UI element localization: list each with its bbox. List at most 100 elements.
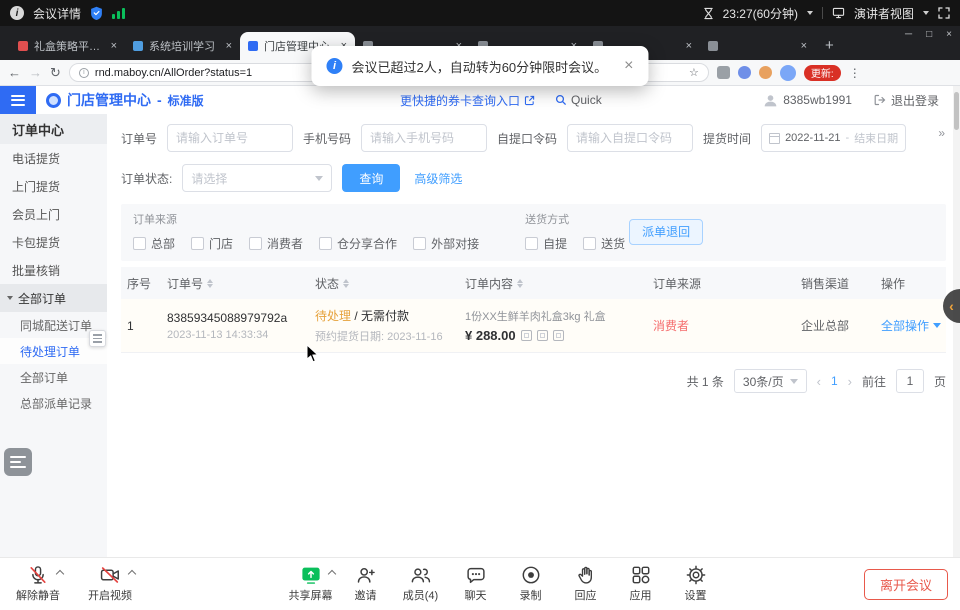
checkbox-delivery[interactable]: 送货 bbox=[583, 235, 625, 252]
phone-input[interactable] bbox=[361, 124, 487, 152]
order-content-icon[interactable] bbox=[553, 330, 564, 341]
search-button[interactable]: 查询 bbox=[342, 164, 400, 192]
sidebar-item-card-pickup[interactable]: 卡包提货 bbox=[0, 228, 107, 256]
sidebar-item-member-visit[interactable]: 会员上门 bbox=[0, 200, 107, 228]
checkbox-consumer[interactable]: 消费者 bbox=[249, 235, 303, 252]
tab-close-icon[interactable]: × bbox=[686, 41, 692, 52]
browser-tab[interactable]: 系统培训学习 × bbox=[125, 32, 240, 60]
orders-table: 序号 订单号 状态 订单内容 订单来源 销售渠道 操作 1 8385934508… bbox=[121, 267, 946, 353]
extension-icon[interactable] bbox=[717, 66, 730, 79]
filter-collapse-icon[interactable]: » bbox=[938, 126, 944, 140]
date-end-placeholder[interactable]: 结束日期 bbox=[854, 130, 898, 146]
video-options-caret-icon[interactable] bbox=[128, 570, 136, 578]
user-account[interactable]: 8385wb1991 bbox=[763, 93, 852, 108]
site-info-icon[interactable]: i bbox=[79, 68, 89, 78]
sidebar-item-all-orders[interactable]: 全部订单 bbox=[0, 364, 107, 390]
sidebar-group-all-orders[interactable]: 全部订单 bbox=[0, 284, 107, 312]
meeting-timer[interactable]: 23:27(60分钟) bbox=[723, 5, 798, 22]
view-mode-label[interactable]: 演讲者视图 bbox=[854, 5, 914, 22]
current-page-button[interactable]: 1 bbox=[831, 374, 838, 388]
extension-icon[interactable] bbox=[759, 66, 772, 79]
checkbox-self-pickup[interactable]: 自提 bbox=[525, 235, 567, 252]
all-actions-dropdown[interactable]: 全部操作 bbox=[881, 317, 941, 334]
toast-close-icon[interactable]: × bbox=[624, 58, 633, 74]
timer-caret-icon[interactable] bbox=[807, 11, 813, 15]
record-button[interactable]: 录制 bbox=[503, 562, 558, 603]
members-button[interactable]: 成员(4) bbox=[393, 562, 448, 603]
col-header-status[interactable]: 状态 bbox=[309, 275, 459, 292]
browser-menu-icon[interactable]: ⋮ bbox=[849, 66, 861, 80]
sidebar-item-batch-verify[interactable]: 批量核销 bbox=[0, 256, 107, 284]
fullscreen-icon[interactable] bbox=[938, 7, 950, 19]
next-page-button[interactable]: › bbox=[848, 374, 852, 389]
pickup-date-range[interactable]: 2022-11-21 - 结束日期 bbox=[761, 124, 906, 152]
view-mode-caret-icon[interactable] bbox=[923, 11, 929, 15]
table-row[interactable]: 1 83859345088979792a 2023-11-13 14:33:34… bbox=[121, 299, 946, 353]
order-status-select[interactable]: 请选择 bbox=[182, 164, 332, 192]
settings-button[interactable]: 设置 bbox=[668, 562, 723, 603]
order-no-input[interactable] bbox=[167, 124, 293, 152]
reaction-button[interactable]: 回应 bbox=[558, 562, 613, 603]
order-no-value[interactable]: 83859345088979792a bbox=[167, 311, 303, 325]
checkbox-external[interactable]: 外部对接 bbox=[413, 235, 479, 252]
apps-button[interactable]: 应用 bbox=[613, 562, 668, 603]
chrome-update-button[interactable]: 更新: bbox=[804, 65, 841, 81]
sidebar-drag-handle[interactable] bbox=[89, 330, 106, 347]
sort-icon[interactable] bbox=[207, 279, 213, 288]
quick-search-link[interactable]: Quick bbox=[555, 93, 602, 107]
leave-meeting-button[interactable]: 离开会议 bbox=[864, 569, 948, 600]
invite-button[interactable]: 邀请 bbox=[338, 562, 393, 603]
prev-page-button[interactable]: ‹ bbox=[817, 374, 821, 389]
checkbox-store[interactable]: 门店 bbox=[191, 235, 233, 252]
url-text[interactable]: rnd.maboy.cn/AllOrder?status=1 bbox=[95, 67, 252, 79]
meeting-detail-label[interactable]: 会议详情 bbox=[33, 5, 81, 22]
bookmark-star-icon[interactable]: ☆ bbox=[689, 66, 699, 79]
app-menu-button[interactable] bbox=[0, 86, 36, 114]
tab-favicon bbox=[18, 41, 28, 51]
start-video-button[interactable]: 开启视频 bbox=[82, 562, 138, 603]
scrollbar-thumb[interactable] bbox=[954, 92, 959, 130]
checkbox-warehouse-coop[interactable]: 仓分享合作 bbox=[319, 235, 397, 252]
sort-icon[interactable] bbox=[517, 279, 523, 288]
date-start-value[interactable]: 2022-11-21 bbox=[785, 132, 840, 144]
forward-icon[interactable]: → bbox=[29, 66, 42, 79]
goto-page-input[interactable] bbox=[896, 369, 924, 393]
order-content-icon[interactable] bbox=[537, 330, 548, 341]
floating-list-button[interactable] bbox=[4, 448, 32, 476]
action-caret-icon bbox=[933, 323, 941, 328]
col-header-content[interactable]: 订单内容 bbox=[459, 275, 647, 292]
tab-close-icon[interactable]: × bbox=[111, 41, 117, 52]
browser-tab[interactable]: 礼盒策略平台管理中心 × bbox=[10, 32, 125, 60]
browser-tab[interactable]: × bbox=[700, 32, 815, 60]
checkbox-hq[interactable]: 总部 bbox=[133, 235, 175, 252]
browser-profile-avatar[interactable] bbox=[780, 65, 796, 81]
window-maximize-icon[interactable]: □ bbox=[926, 29, 932, 40]
sidebar-item-phone-pickup[interactable]: 电话提货 bbox=[0, 144, 107, 172]
share-options-caret-icon[interactable] bbox=[328, 570, 336, 578]
order-content-icon[interactable] bbox=[521, 330, 532, 341]
page-size-select[interactable]: 30条/页 bbox=[734, 369, 807, 393]
extension-icon[interactable] bbox=[738, 66, 751, 79]
sort-icon[interactable] bbox=[343, 279, 349, 288]
reload-icon[interactable]: ↻ bbox=[50, 66, 61, 79]
window-minimize-icon[interactable]: ─ bbox=[905, 29, 912, 40]
toast-message: 会议已超过2人，自动转为60分钟限时会议。 bbox=[351, 57, 607, 76]
tab-close-icon[interactable]: × bbox=[226, 41, 232, 52]
new-tab-button[interactable]: + bbox=[825, 37, 834, 54]
col-header-order-no[interactable]: 订单号 bbox=[161, 275, 309, 292]
unmute-options-caret-icon[interactable] bbox=[56, 570, 64, 578]
meeting-info-icon[interactable]: i bbox=[10, 6, 24, 20]
back-icon[interactable]: ← bbox=[8, 66, 21, 79]
chat-button[interactable]: 聊天 bbox=[448, 562, 503, 603]
unmute-button[interactable]: 解除静音 bbox=[10, 562, 66, 603]
logout-button[interactable]: 退出登录 bbox=[874, 92, 939, 109]
window-close-icon[interactable]: × bbox=[946, 29, 952, 40]
sidebar-item-hq-dispatch-records[interactable]: 总部派单记录 bbox=[0, 390, 107, 416]
dispatch-return-button[interactable]: 派单退回 bbox=[629, 219, 703, 245]
share-screen-button[interactable]: 共享屏幕 bbox=[283, 562, 338, 603]
sidebar-item-door-pickup[interactable]: 上门提货 bbox=[0, 172, 107, 200]
pickup-code-input[interactable] bbox=[567, 124, 693, 152]
advanced-filter-link[interactable]: 高级筛选 bbox=[414, 170, 462, 187]
coupon-query-link[interactable]: 更快捷的券卡查询入口 bbox=[400, 92, 535, 109]
tab-close-icon[interactable]: × bbox=[801, 41, 807, 52]
